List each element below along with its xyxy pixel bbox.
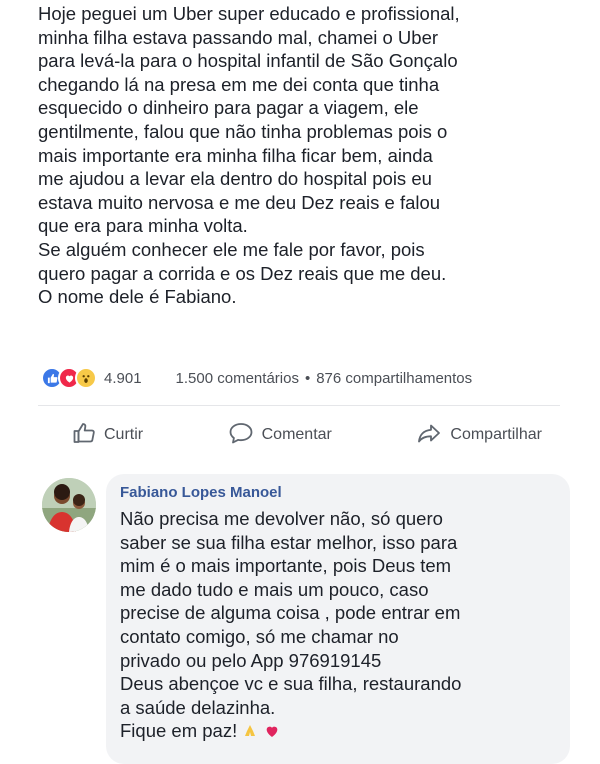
comment-author[interactable]: Fabiano Lopes Manoel <box>120 484 282 501</box>
share-button[interactable]: Compartilhar <box>416 421 542 450</box>
post-line: quero pagar a corrida e os Dez reais que… <box>38 262 447 284</box>
post-line: mais importante era minha filha ficar be… <box>38 144 433 166</box>
comment-text: Não precisa me devolver não, só quero sa… <box>120 507 560 744</box>
reaction-count[interactable]: 4.901 <box>104 370 142 387</box>
post-line: gentilmente, falou que não tinha problem… <box>38 120 448 142</box>
share-label: Compartilhar <box>450 426 542 443</box>
shares-count[interactable]: 876 compartilhamentos <box>316 370 472 387</box>
comment-line: mim é o mais importante, pois Deus tem <box>120 555 452 577</box>
comment-line: Fique em paz! <box>120 720 238 742</box>
wow-icon <box>75 367 97 389</box>
comment-line: a saúde delazinha. <box>120 696 276 718</box>
reactions-summary[interactable] <box>41 367 97 389</box>
post-text: Hoje peguei um Uber super educado e prof… <box>38 2 588 309</box>
comment-line: precise de alguma coisa , pode entrar em <box>120 602 461 624</box>
heart-icon <box>264 721 280 745</box>
comment-button[interactable]: Comentar <box>228 421 332 450</box>
like-button[interactable]: Curtir <box>72 421 143 450</box>
comment-line: saber se sua filha estar melhor, isso pa… <box>120 531 458 553</box>
post-line: esquecido o dinheiro para pagar a viagem… <box>38 97 419 119</box>
avatar[interactable] <box>42 478 96 532</box>
comments-count[interactable]: 1.500 comentários <box>176 370 299 387</box>
post-line: me ajudou a levar ela dentro do hospital… <box>38 168 432 190</box>
comment-bubble: Fabiano Lopes Manoel Não precisa me devo… <box>106 474 570 764</box>
share-arrow-icon <box>416 421 450 450</box>
post-stats: 4.901 1.500 comentários • 876 compartilh… <box>41 366 561 390</box>
post-line: minha filha estava passando mal, chamei … <box>38 26 439 48</box>
action-bar: Curtir Comentar Compartilhar <box>72 420 542 450</box>
post-line: para levá-la para o hospital infantil de… <box>38 50 458 72</box>
post-line: Hoje peguei um Uber super educado e prof… <box>38 3 460 24</box>
comment-line: privado ou pelo App 976919145 <box>120 649 382 671</box>
divider <box>38 405 560 406</box>
separator-dot: • <box>304 369 311 387</box>
speech-bubble-icon <box>228 421 262 450</box>
post-line: chegando lá na presa em me dei conta que… <box>38 73 440 95</box>
comment-line: me dado tudo e mais um pouco, caso <box>120 578 429 600</box>
comment-line-last: Fique em paz! <box>120 719 560 744</box>
post-line: estava muito nervosa e me deu Dez reais … <box>38 191 441 213</box>
post-line: Se alguém conhecer ele me fale por favor… <box>38 238 425 260</box>
comment-line: Deus abençoe vc e sua filha, restaurando <box>120 673 462 695</box>
comment-label: Comentar <box>261 426 332 443</box>
thumbs-up-icon <box>72 421 104 450</box>
post-line: que era para minha volta. <box>38 215 248 237</box>
comment-line: contato comigo, só me chamar no <box>120 625 399 647</box>
post-line: O nome dele é Fabiano. <box>38 286 237 308</box>
praying-hands-icon <box>242 721 258 745</box>
comment-line: Não precisa me devolver não, só quero <box>120 508 443 529</box>
like-label: Curtir <box>104 426 144 443</box>
